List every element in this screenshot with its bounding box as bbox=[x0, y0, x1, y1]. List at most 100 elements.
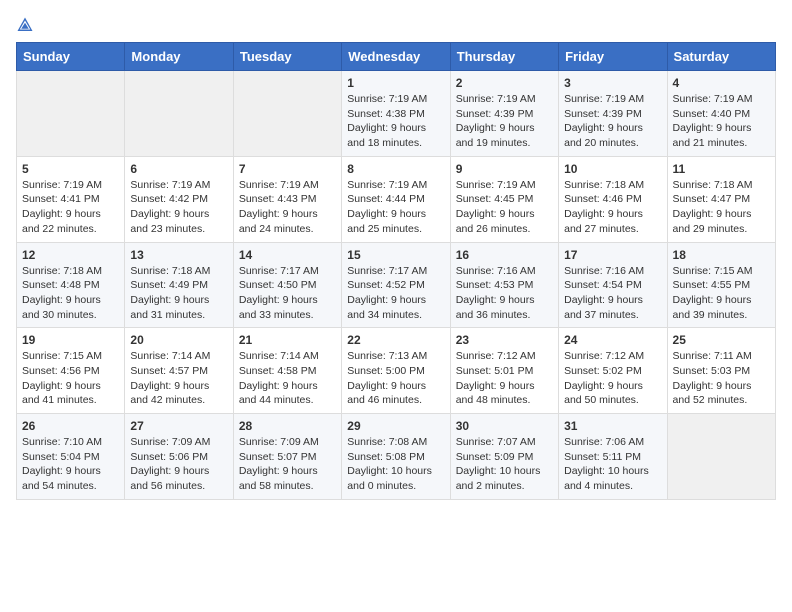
cell-info: Sunrise: 7:19 AMSunset: 4:45 PMDaylight:… bbox=[456, 178, 553, 237]
day-number: 31 bbox=[564, 419, 661, 433]
day-number: 6 bbox=[130, 162, 227, 176]
day-number: 1 bbox=[347, 76, 444, 90]
day-number: 23 bbox=[456, 333, 553, 347]
calendar-cell: 14 Sunrise: 7:17 AMSunset: 4:50 PMDayligh… bbox=[233, 242, 341, 328]
calendar-cell: 9 Sunrise: 7:19 AMSunset: 4:45 PMDaylight… bbox=[450, 156, 558, 242]
day-number: 11 bbox=[673, 162, 770, 176]
cell-info: Sunrise: 7:19 AMSunset: 4:42 PMDaylight:… bbox=[130, 178, 227, 237]
calendar-cell: 28 Sunrise: 7:09 AMSunset: 5:07 PMDayligh… bbox=[233, 414, 341, 500]
cell-info: Sunrise: 7:12 AMSunset: 5:01 PMDaylight:… bbox=[456, 349, 553, 408]
calendar-cell: 31 Sunrise: 7:06 AMSunset: 5:11 PMDayligh… bbox=[559, 414, 667, 500]
day-number: 18 bbox=[673, 248, 770, 262]
day-number: 5 bbox=[22, 162, 119, 176]
calendar-cell: 7Sunrise: 7:19 AMSunset: 4:43 PMDaylight… bbox=[233, 156, 341, 242]
logo bbox=[16, 16, 36, 34]
header bbox=[16, 16, 776, 34]
calendar-cell: 27 Sunrise: 7:09 AMSunset: 5:06 PMDayligh… bbox=[125, 414, 233, 500]
calendar-cell bbox=[233, 71, 341, 157]
calendar-cell: 23 Sunrise: 7:12 AMSunset: 5:01 PMDayligh… bbox=[450, 328, 558, 414]
cell-info: Sunrise: 7:18 AMSunset: 4:47 PMDaylight:… bbox=[673, 178, 770, 237]
logo-icon bbox=[16, 16, 34, 34]
cell-info: Sunrise: 7:18 AMSunset: 4:48 PMDaylight:… bbox=[22, 264, 119, 323]
calendar-cell: 30 Sunrise: 7:07 AMSunset: 5:09 PMDayligh… bbox=[450, 414, 558, 500]
cell-info: Sunrise: 7:14 AMSunset: 4:58 PMDaylight:… bbox=[239, 349, 336, 408]
calendar-cell: 10 Sunrise: 7:18 AMSunset: 4:46 PMDayligh… bbox=[559, 156, 667, 242]
day-header-wednesday: Wednesday bbox=[342, 43, 450, 71]
calendar-cell: 16 Sunrise: 7:16 AMSunset: 4:53 PMDayligh… bbox=[450, 242, 558, 328]
day-number: 14 bbox=[239, 248, 336, 262]
calendar-cell: 3 Sunrise: 7:19 AMSunset: 4:39 PMDaylight… bbox=[559, 71, 667, 157]
cell-info: Sunrise: 7:19 AMSunset: 4:43 PMDaylight:… bbox=[239, 178, 336, 237]
cell-info: Sunrise: 7:18 AMSunset: 4:46 PMDaylight:… bbox=[564, 178, 661, 237]
calendar-cell: 2 Sunrise: 7:19 AMSunset: 4:39 PMDaylight… bbox=[450, 71, 558, 157]
day-number: 19 bbox=[22, 333, 119, 347]
calendar-cell: 26 Sunrise: 7:10 AMSunset: 5:04 PMDayligh… bbox=[17, 414, 125, 500]
cell-info: Sunrise: 7:19 AMSunset: 4:39 PMDaylight:… bbox=[564, 92, 661, 151]
cell-info: Sunrise: 7:18 AMSunset: 4:49 PMDaylight:… bbox=[130, 264, 227, 323]
day-number: 3 bbox=[564, 76, 661, 90]
calendar-cell bbox=[17, 71, 125, 157]
cell-info: Sunrise: 7:06 AMSunset: 5:11 PMDaylight:… bbox=[564, 435, 661, 494]
calendar-cell: 17 Sunrise: 7:16 AMSunset: 4:54 PMDayligh… bbox=[559, 242, 667, 328]
day-header-thursday: Thursday bbox=[450, 43, 558, 71]
day-number: 30 bbox=[456, 419, 553, 433]
cell-info: Sunrise: 7:10 AMSunset: 5:04 PMDaylight:… bbox=[22, 435, 119, 494]
day-number: 12 bbox=[22, 248, 119, 262]
day-header-sunday: Sunday bbox=[17, 43, 125, 71]
calendar-cell: 13 Sunrise: 7:18 AMSunset: 4:49 PMDayligh… bbox=[125, 242, 233, 328]
day-number: 26 bbox=[22, 419, 119, 433]
calendar-cell: 4 Sunrise: 7:19 AMSunset: 4:40 PMDaylight… bbox=[667, 71, 775, 157]
calendar-table: SundayMondayTuesdayWednesdayThursdayFrid… bbox=[16, 42, 776, 500]
day-number: 8 bbox=[347, 162, 444, 176]
cell-info: Sunrise: 7:19 AMSunset: 4:39 PMDaylight:… bbox=[456, 92, 553, 151]
calendar-cell: 20 Sunrise: 7:14 AMSunset: 4:57 PMDayligh… bbox=[125, 328, 233, 414]
day-header-monday: Monday bbox=[125, 43, 233, 71]
day-number: 29 bbox=[347, 419, 444, 433]
calendar-cell: 22Sunrise: 7:13 AMSunset: 5:00 PMDayligh… bbox=[342, 328, 450, 414]
day-number: 24 bbox=[564, 333, 661, 347]
calendar-cell: 12 Sunrise: 7:18 AMSunset: 4:48 PMDayligh… bbox=[17, 242, 125, 328]
day-number: 15 bbox=[347, 248, 444, 262]
cell-info: Sunrise: 7:15 AMSunset: 4:55 PMDaylight:… bbox=[673, 264, 770, 323]
day-number: 16 bbox=[456, 248, 553, 262]
day-header-saturday: Saturday bbox=[667, 43, 775, 71]
day-header-friday: Friday bbox=[559, 43, 667, 71]
cell-info: Sunrise: 7:09 AMSunset: 5:06 PMDaylight:… bbox=[130, 435, 227, 494]
calendar-cell: 5Sunrise: 7:19 AMSunset: 4:41 PMDaylight… bbox=[17, 156, 125, 242]
cell-info: Sunrise: 7:17 AMSunset: 4:50 PMDaylight:… bbox=[239, 264, 336, 323]
cell-info: Sunrise: 7:16 AMSunset: 4:53 PMDaylight:… bbox=[456, 264, 553, 323]
calendar-cell: 19Sunrise: 7:15 AMSunset: 4:56 PMDayligh… bbox=[17, 328, 125, 414]
day-number: 28 bbox=[239, 419, 336, 433]
cell-info: Sunrise: 7:19 AMSunset: 4:40 PMDaylight:… bbox=[673, 92, 770, 151]
cell-info: Sunrise: 7:12 AMSunset: 5:02 PMDaylight:… bbox=[564, 349, 661, 408]
cell-info: Sunrise: 7:14 AMSunset: 4:57 PMDaylight:… bbox=[130, 349, 227, 408]
day-number: 9 bbox=[456, 162, 553, 176]
calendar-cell bbox=[667, 414, 775, 500]
cell-info: Sunrise: 7:17 AMSunset: 4:52 PMDaylight:… bbox=[347, 264, 444, 323]
calendar-cell: 15 Sunrise: 7:17 AMSunset: 4:52 PMDayligh… bbox=[342, 242, 450, 328]
cell-info: Sunrise: 7:09 AMSunset: 5:07 PMDaylight:… bbox=[239, 435, 336, 494]
day-number: 10 bbox=[564, 162, 661, 176]
day-number: 27 bbox=[130, 419, 227, 433]
cell-info: Sunrise: 7:11 AMSunset: 5:03 PMDaylight:… bbox=[673, 349, 770, 408]
cell-info: Sunrise: 7:19 AMSunset: 4:38 PMDaylight:… bbox=[347, 92, 444, 151]
cell-info: Sunrise: 7:16 AMSunset: 4:54 PMDaylight:… bbox=[564, 264, 661, 323]
day-number: 2 bbox=[456, 76, 553, 90]
calendar-cell: 18 Sunrise: 7:15 AMSunset: 4:55 PMDayligh… bbox=[667, 242, 775, 328]
day-number: 17 bbox=[564, 248, 661, 262]
cell-info: Sunrise: 7:08 AMSunset: 5:08 PMDaylight:… bbox=[347, 435, 444, 494]
calendar-cell bbox=[125, 71, 233, 157]
day-number: 13 bbox=[130, 248, 227, 262]
day-number: 4 bbox=[673, 76, 770, 90]
calendar-cell: 8 Sunrise: 7:19 AMSunset: 4:44 PMDaylight… bbox=[342, 156, 450, 242]
calendar-cell: 21 Sunrise: 7:14 AMSunset: 4:58 PMDayligh… bbox=[233, 328, 341, 414]
cell-info: Sunrise: 7:13 AMSunset: 5:00 PMDaylight:… bbox=[347, 349, 444, 408]
calendar-cell: 24 Sunrise: 7:12 AMSunset: 5:02 PMDayligh… bbox=[559, 328, 667, 414]
day-number: 21 bbox=[239, 333, 336, 347]
calendar-cell: 6 Sunrise: 7:19 AMSunset: 4:42 PMDaylight… bbox=[125, 156, 233, 242]
cell-info: Sunrise: 7:19 AMSunset: 4:44 PMDaylight:… bbox=[347, 178, 444, 237]
cell-info: Sunrise: 7:07 AMSunset: 5:09 PMDaylight:… bbox=[456, 435, 553, 494]
day-number: 20 bbox=[130, 333, 227, 347]
day-number: 25 bbox=[673, 333, 770, 347]
calendar-cell: 11 Sunrise: 7:18 AMSunset: 4:47 PMDayligh… bbox=[667, 156, 775, 242]
